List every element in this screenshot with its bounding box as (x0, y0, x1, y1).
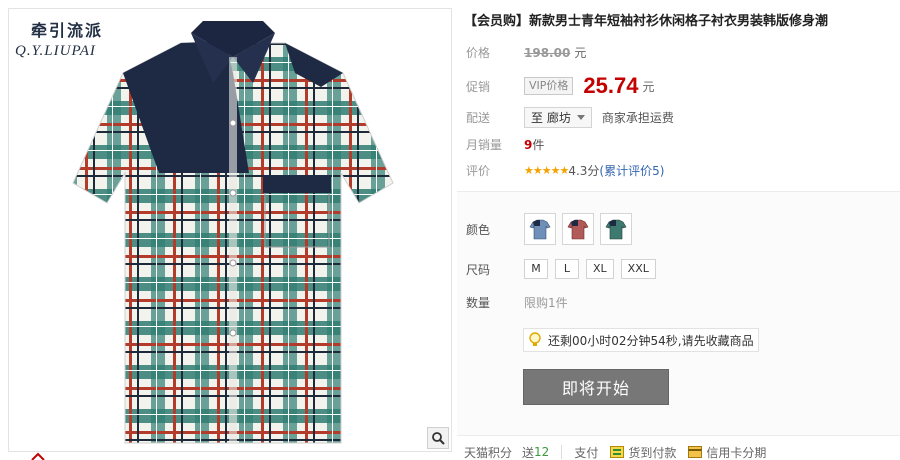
brand-logo: 牵引流派 Q.Y.LIUPAI (15, 17, 103, 60)
payment-label: 支付 (574, 445, 599, 460)
shipping-label: 配送 (466, 111, 491, 125)
decorative-mark (31, 452, 45, 460)
coming-soon-button[interactable]: 即将开始 (523, 369, 669, 405)
reviews-link[interactable]: (累计评价5) (599, 162, 664, 179)
cod-label: 货到付款 (628, 445, 677, 460)
quantity-row: 数量 限购1件 (466, 294, 568, 311)
bottom-info-row: 天猫积分 送 12 支付 货到付款 信用卡分期 (464, 444, 900, 460)
points-prefix: 送 (522, 445, 535, 460)
zoom-button[interactable] (427, 427, 449, 449)
magnifier-icon (432, 432, 445, 445)
price-label: 价格 (466, 46, 491, 60)
color-label: 颜色 (466, 222, 491, 237)
installment-label: 信用卡分期 (706, 445, 767, 460)
brand-name-cn: 牵引流派 (31, 21, 104, 40)
shipping-row: 配送 至 廊坊 商家承担运费 (466, 107, 674, 128)
vip-price-badge: VIP价格 (524, 77, 574, 95)
chevron-down-icon (576, 115, 585, 120)
rating-label: 评价 (466, 164, 491, 178)
promo-row: 促销 VIP价格 25.74 元 (466, 73, 654, 99)
countdown-notice: 还剩00小时02分钟54秒,请先收藏商品 (523, 328, 759, 352)
sales-label: 月销量 (466, 138, 503, 152)
size-row: 尺码 M L XL XXL (466, 259, 663, 279)
lightbulb-icon (528, 332, 542, 348)
divider (561, 445, 563, 459)
shirt-photo (72, 21, 394, 444)
shipping-location-value: 至 廊坊 (531, 111, 571, 125)
color-swatch-green[interactable] (600, 213, 632, 245)
shipping-note: 商家承担运费 (601, 111, 674, 125)
color-row: 颜色 (466, 213, 638, 245)
sales-row: 月销量 9 件 (466, 136, 544, 153)
purchase-limit: 限购1件 (524, 296, 568, 310)
quantity-label: 数量 (466, 296, 491, 310)
shirt-thumb-green (605, 219, 627, 240)
price-unit: 元 (574, 46, 587, 60)
product-title: 【会员购】新款男士青年短袖衬衫休闲格子衬衣男装韩版修身潮 (464, 14, 829, 29)
color-swatch-blue[interactable] (524, 213, 556, 245)
rating-score: 4.3分 (568, 164, 600, 178)
sales-count: 9 (524, 137, 533, 152)
size-option-l[interactable]: L (555, 259, 579, 279)
points-label: 天猫积分 (464, 445, 513, 460)
shirt-thumb-red (567, 219, 589, 240)
promo-unit: 元 (642, 79, 655, 94)
promo-label: 促销 (466, 79, 491, 94)
sales-unit: 件 (532, 138, 545, 152)
shirt-thumb-blue (529, 219, 551, 240)
size-label: 尺码 (466, 262, 491, 277)
brand-name-en: Q.Y.LIUPAI (15, 43, 96, 59)
credit-card-icon (688, 446, 703, 458)
size-option-xl[interactable]: XL (586, 259, 614, 279)
color-swatch-red[interactable] (562, 213, 594, 245)
price-row: 价格 198.00 元 (466, 44, 586, 61)
countdown-text: 还剩00小时02分钟54秒,请先收藏商品 (548, 333, 754, 348)
original-price: 198.00 (524, 45, 571, 60)
promo-price: 25.74 (583, 73, 639, 98)
options-panel: 颜色 尺码 M L XL XXL 数量 限购1件 还剩00小时02分钟54秒,请… (457, 191, 900, 436)
cod-icon (610, 446, 625, 458)
size-option-xxl[interactable]: XXL (620, 259, 656, 279)
points-value: 12 (534, 445, 550, 459)
product-image-box[interactable]: 牵引流派 Q.Y.LIUPAI (8, 8, 452, 452)
rating-stars-icon: ★★★★★ (524, 164, 569, 177)
shipping-location-select[interactable]: 至 廊坊 (524, 107, 592, 128)
size-option-m[interactable]: M (524, 259, 548, 279)
rating-row: 评价 ★★★★★ 4.3分 (累计评价5) (466, 162, 664, 179)
